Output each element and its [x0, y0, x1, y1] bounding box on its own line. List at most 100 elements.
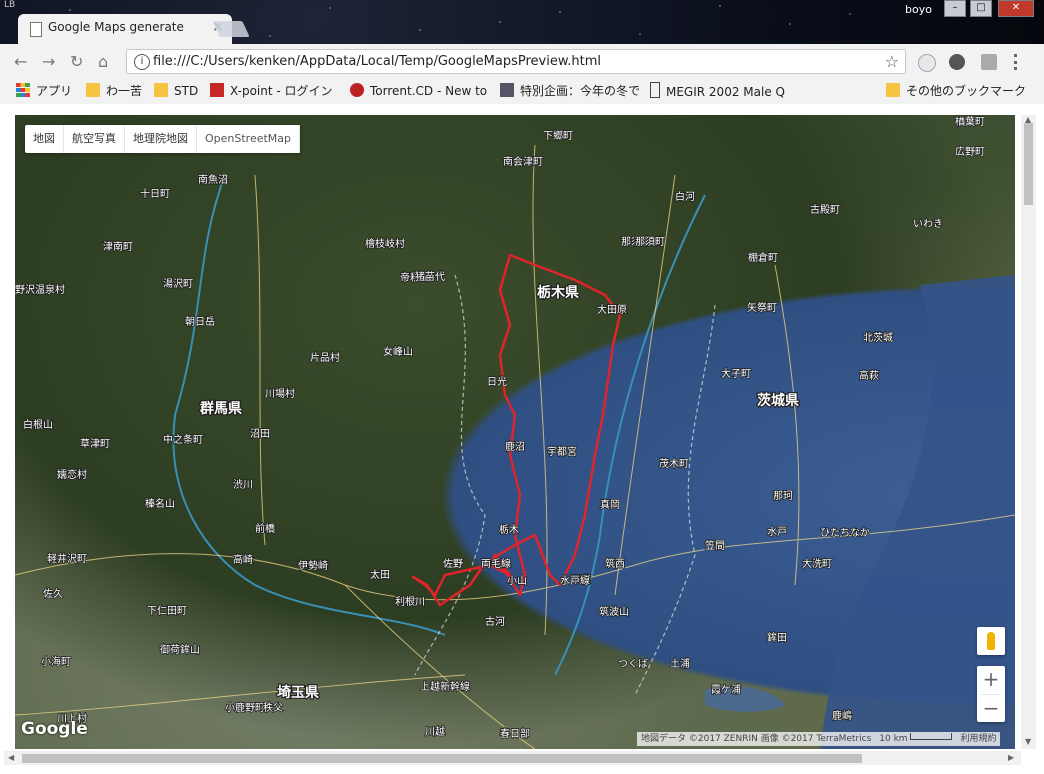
map-label: 白根山: [23, 418, 53, 431]
forward-arrow-icon[interactable]: →: [42, 52, 55, 71]
map-label: 野沢温泉村: [15, 283, 65, 296]
map-label: 下郷町: [543, 130, 573, 142]
map-label: 筑西: [605, 557, 625, 570]
home-icon[interactable]: ⌂: [98, 52, 108, 71]
horizontal-scrollbar[interactable]: ◀ ▶: [4, 751, 1021, 765]
vertical-scroll-thumb[interactable]: [1024, 123, 1033, 205]
map-label: 草津町: [80, 438, 110, 450]
address-bar[interactable]: i file:///C:/Users/kenken/AppData/Local/…: [126, 49, 906, 74]
map-label: 宇都宮: [547, 445, 577, 458]
browser-toolbar: ← → ↻ ⌂ i file:///C:/Users/kenken/AppDat…: [0, 44, 1044, 78]
map-label: 秩父: [263, 702, 283, 714]
bookmark-star-icon[interactable]: ☆: [885, 52, 899, 71]
bookmark-folder-1[interactable]: わ一苦: [86, 82, 142, 100]
map-label: 伊勢崎: [298, 559, 328, 572]
map-label: 大洗町: [802, 557, 832, 570]
browser-tab[interactable]: Google Maps generate ×: [18, 14, 232, 44]
map-label: 土浦: [670, 657, 690, 670]
info-icon[interactable]: i: [134, 54, 150, 70]
window-brand-mark: LB: [4, 0, 16, 10]
close-window-button[interactable]: ✕: [998, 0, 1034, 17]
map-type-roadmap[interactable]: 地図: [25, 125, 64, 153]
map-canvas[interactable]: 十日町 南魚沼 津南町 湯沢町 野沢温泉村 朝日岳 片品村 檜枝岐村 帝釈山 女峰山 群馬県 沼田 川場…: [15, 115, 1015, 749]
map-label: 古殿町: [810, 203, 840, 216]
map-label: 栃木県: [537, 284, 579, 301]
horizontal-scroll-thumb[interactable]: [22, 754, 862, 763]
map-label: ひたちなか: [820, 527, 870, 539]
map-label: 楢葉町: [955, 115, 985, 128]
map-label: 檜枝岐村: [365, 237, 405, 250]
map-label: 茨城県: [757, 392, 799, 409]
bookmark-folder-std[interactable]: STD: [154, 82, 198, 100]
map-label: 南魚沼: [198, 173, 228, 186]
maximize-button[interactable]: □: [970, 0, 992, 17]
map-label: 栃木: [499, 523, 519, 536]
zoom-out-button[interactable]: −: [977, 695, 1005, 723]
map-label: 北茨城: [863, 331, 893, 344]
boundaries: [414, 274, 716, 696]
zoom-in-button[interactable]: +: [977, 666, 1005, 694]
map-label: 白河: [675, 190, 695, 203]
map-label: 那須町: [635, 236, 665, 248]
bookmarks-bar: アプリ わ一苦 STD X-point - ログイン Torrent.CD - …: [0, 78, 1044, 105]
tab-title: Google Maps generate: [48, 20, 184, 34]
url-text[interactable]: file:///C:/Users/kenken/AppData/Local/Te…: [153, 54, 601, 69]
google-logo[interactable]: Google: [21, 719, 88, 739]
map-label: 真岡: [600, 498, 620, 511]
minimize-button[interactable]: –: [944, 0, 966, 17]
back-arrow-icon[interactable]: ←: [14, 52, 27, 71]
map-label: 大田原: [597, 303, 627, 316]
map-label: 群馬県: [199, 400, 242, 417]
bookmark-special[interactable]: 特別企画：今年の冬で: [500, 82, 640, 100]
folder-icon: [86, 83, 100, 97]
map-label: 佐久: [43, 588, 63, 600]
map-label: 沼田: [250, 427, 270, 440]
bookmark-xpoint[interactable]: X-point - ログイン: [210, 82, 333, 100]
extension-icon[interactable]: [981, 54, 997, 70]
map-label: 湯沢町: [163, 277, 193, 290]
map-label: 茂木町: [659, 457, 689, 470]
map-type-gsi[interactable]: 地理院地図: [125, 125, 197, 153]
map-label: 猪苗代: [415, 271, 445, 283]
vertical-scrollbar[interactable]: ▲ ▼: [1021, 115, 1036, 749]
title-bar: LB Google Maps generate × boyo – □ ✕: [0, 0, 1044, 44]
map-type-osm[interactable]: OpenStreetMap: [197, 125, 301, 153]
page-content: 十日町 南魚沼 津南町 湯沢町 野沢温泉村 朝日岳 片品村 檜枝岐村 帝釈山 女峰山 群馬県 沼田 川場…: [0, 104, 1044, 774]
map-label: 榛名山: [145, 497, 175, 510]
map-label: 下仁田町: [147, 605, 187, 617]
circle-extension-icon[interactable]: [949, 54, 965, 70]
new-tab-button[interactable]: [212, 21, 250, 37]
ie-extension-icon[interactable]: [918, 54, 936, 72]
bookmark-megir[interactable]: MEGIR 2002 Male Q: [650, 82, 792, 100]
map-attribution: 地図データ ©2017 ZENRIN 画像 ©2017 TerraMetrics…: [637, 732, 1001, 746]
reload-icon[interactable]: ↻: [70, 52, 83, 71]
map-label: 棚倉町: [748, 251, 778, 264]
map-label: 南会津町: [503, 155, 543, 168]
map-type-satellite[interactable]: 航空写真: [64, 125, 125, 153]
map-label: 鹿嶋: [832, 709, 852, 722]
map-label: 前橋: [255, 522, 275, 535]
map-label: 広野町: [955, 145, 985, 158]
map-label: 軽井沢町: [47, 552, 87, 565]
bookmark-apps[interactable]: アプリ: [16, 82, 72, 100]
user-profile[interactable]: boyo: [905, 3, 932, 16]
street-view-pegman-icon[interactable]: [977, 627, 1005, 655]
map-overlay: 十日町南魚沼津南町湯沢町野沢温泉村朝日岳片品村檜枝岐村帝釈山女峰山群馬県沼田川場…: [15, 115, 1015, 749]
map-label: 鹿沼: [505, 440, 525, 453]
bookmark-other[interactable]: その他のブックマーク: [886, 82, 1026, 100]
route-line: [411, 253, 622, 607]
map-label: 朝日岳: [185, 316, 215, 328]
scroll-down-icon[interactable]: ▼: [1025, 737, 1031, 746]
terms-link[interactable]: 利用規約: [960, 732, 996, 746]
scroll-right-icon[interactable]: ▶: [1008, 753, 1014, 762]
scale-control[interactable]: 10 km: [879, 732, 953, 746]
map-label: 上越新幹線: [420, 680, 470, 693]
map-labels: 十日町南魚沼津南町湯沢町野沢温泉村朝日岳片品村檜枝岐村帝釈山女峰山群馬県沼田川場…: [15, 115, 986, 741]
scroll-left-icon[interactable]: ◀: [8, 753, 14, 762]
map-label: 日光: [487, 375, 507, 388]
bookmark-torrent[interactable]: Torrent.CD - New to: [350, 82, 490, 100]
map-label: 津南町: [103, 240, 133, 253]
menu-icon[interactable]: [1014, 54, 1021, 70]
map-label: 那珂: [773, 490, 793, 502]
map-label: 御荷鉾山: [160, 643, 200, 656]
